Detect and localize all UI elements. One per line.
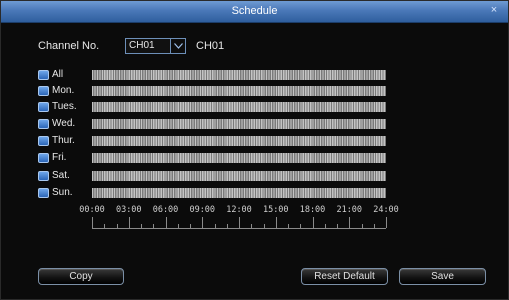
day-row-mon: Mon. [38,85,398,98]
schedule-bar[interactable] [92,102,386,112]
day-label: Tues. [52,101,77,112]
time-axis-line [92,228,386,229]
day-label: Fri. [52,152,67,163]
day-label: Mon. [52,85,75,96]
channel-select-value: CH01 [129,40,155,51]
time-tick-mark [214,224,216,228]
day-checkbox[interactable] [38,171,49,181]
time-tick-mark [251,224,253,228]
time-tick-mark [165,217,167,228]
day-checkbox[interactable] [38,188,49,198]
day-row-sat: Sat. [38,170,398,183]
time-tick-label: 18:00 [299,205,326,215]
time-tick-mark [141,224,142,228]
day-label: Wed. [52,118,76,129]
time-tick-mark [202,217,204,228]
time-tick-mark [92,217,93,228]
day-checkbox[interactable] [38,136,49,146]
schedule-bar[interactable] [92,171,386,181]
time-tick-mark [300,224,302,228]
schedule-bar[interactable] [92,86,386,96]
schedule-bar[interactable] [92,153,386,163]
copy-button[interactable]: Copy [38,268,124,285]
day-label: Sun. [52,187,73,198]
schedule-bar[interactable] [92,119,386,129]
time-tick-mark [373,224,375,228]
time-tick-label: 00:00 [79,205,105,215]
time-tick-mark [128,217,130,228]
channel-select[interactable]: CH01 [125,38,186,54]
day-checkbox[interactable] [38,70,49,80]
day-row-wed: Wed. [38,118,398,131]
time-tick-mark [288,224,289,228]
day-row-tues: Tues. [38,101,398,114]
time-tick-label: 21:00 [336,205,363,215]
time-tick-mark [263,224,265,228]
day-checkbox[interactable] [38,86,49,96]
time-tick-label: 03:00 [115,205,142,215]
time-tick-label: 09:00 [189,205,216,215]
time-tick-mark [239,217,240,228]
time-tick-label: 15:00 [262,205,289,215]
day-checkbox[interactable] [38,153,49,163]
day-row-sun: Sun. [38,187,398,200]
time-tick-mark [177,224,179,228]
schedule-bar[interactable] [92,136,386,146]
time-tick-label: 24:00 [373,205,399,215]
time-tick-mark [275,217,277,228]
time-tick-mark [324,224,326,228]
schedule-dialog: Schedule × Channel No. CH01 CH01 All Mon… [0,0,509,300]
time-axis: 00:00 03:00 06:00 09:00 12:00 15:00 18:0… [79,205,406,233]
dialog-title: Schedule [231,5,278,17]
day-label: All [52,69,64,80]
reset-default-button[interactable]: Reset Default [301,268,388,285]
time-tick-mark [361,224,363,228]
title-bar: Schedule × [1,1,508,23]
time-tick-mark [226,224,228,228]
time-tick-mark [337,224,338,228]
time-tick-mark [386,217,387,228]
time-tick-label: 12:00 [226,205,252,215]
close-icon[interactable]: × [488,4,500,16]
time-tick-mark [104,224,106,228]
day-label: Thur. [52,135,75,146]
day-checkbox[interactable] [38,119,49,129]
channel-name: CH01 [196,40,225,52]
channel-label: Channel No. [38,40,100,52]
time-tick-label: 06:00 [152,205,179,215]
chevron-down-icon[interactable] [170,38,186,54]
schedule-bar[interactable] [92,188,386,198]
day-checkbox[interactable] [38,102,49,112]
time-tick-mark [349,217,351,228]
day-row-all: All [38,69,398,82]
day-row-thur: Thur. [38,135,398,148]
time-tick-mark [312,217,314,228]
time-tick-mark [153,224,155,228]
day-row-fri: Fri. [38,152,398,165]
time-tick-mark [190,224,191,228]
day-label: Sat. [52,170,70,181]
save-button[interactable]: Save [399,268,486,285]
time-tick-mark [116,224,118,228]
schedule-bar[interactable] [92,70,386,80]
